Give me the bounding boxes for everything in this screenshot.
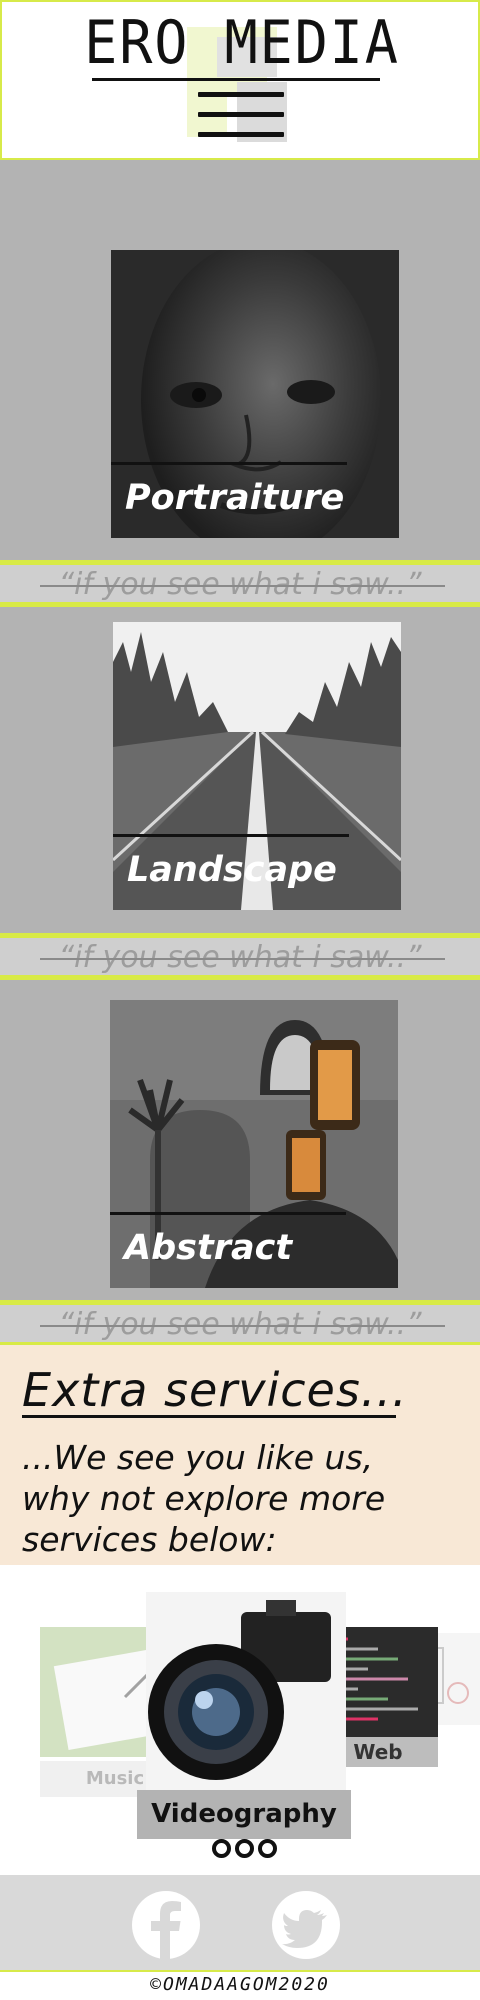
gallery-section-portraiture: Portraiture xyxy=(0,160,480,562)
slide-label: Videography xyxy=(137,1790,351,1839)
services-carousel: Music Ux Design Web Design xyxy=(0,1565,480,1875)
twitter-icon[interactable] xyxy=(272,1891,340,1959)
facebook-icon[interactable] xyxy=(132,1891,200,1959)
gallery-section-abstract: Abstract xyxy=(0,980,480,1305)
gallery-section-landscape: Landscape xyxy=(0,607,480,935)
portraiture-card[interactable]: Portraiture xyxy=(111,250,399,538)
quote-strike xyxy=(40,585,445,587)
extra-services-title: Extra services... xyxy=(22,1363,408,1417)
quote-divider: “if you see what i saw..” xyxy=(0,560,480,607)
quote-divider: “if you see what i saw..” xyxy=(0,933,480,980)
site-header: ERO MEDIA xyxy=(0,0,480,160)
quote-strike xyxy=(40,958,445,960)
brand-title[interactable]: ERO MEDIA xyxy=(21,8,463,78)
card-title: Portraiture xyxy=(125,478,345,518)
social-links xyxy=(0,1875,480,1975)
copyright-text: ©OMADAAGOM2020 xyxy=(150,1974,330,1995)
extra-services-text: ...We see you like us, why not explore m… xyxy=(22,1438,386,1559)
carousel-dot[interactable] xyxy=(258,1839,277,1858)
quote-strike xyxy=(40,1325,445,1327)
extra-services-section: Extra services... ...We see you like us,… xyxy=(0,1345,480,1565)
quote-divider: “if you see what i saw..” xyxy=(0,1300,480,1347)
card-title: Landscape xyxy=(127,850,337,890)
abstract-card[interactable]: Abstract xyxy=(110,1000,398,1288)
card-underline xyxy=(113,834,349,837)
carousel-slide-videography[interactable]: Videography xyxy=(137,1592,351,1839)
card-title: Abstract xyxy=(124,1228,293,1268)
card-underline xyxy=(111,462,347,465)
carousel-dots xyxy=(212,1839,278,1859)
extra-title-underline xyxy=(22,1415,396,1418)
carousel-dot[interactable] xyxy=(235,1839,254,1858)
site-footer: ©OMADAAGOM2020 xyxy=(0,1970,480,2000)
landscape-card[interactable]: Landscape xyxy=(113,622,401,910)
brand-underline xyxy=(92,78,380,81)
camera-lens-photo xyxy=(146,1592,346,1792)
card-underline xyxy=(110,1212,346,1215)
carousel-dot[interactable] xyxy=(212,1839,231,1858)
hamburger-icon[interactable] xyxy=(198,92,284,154)
